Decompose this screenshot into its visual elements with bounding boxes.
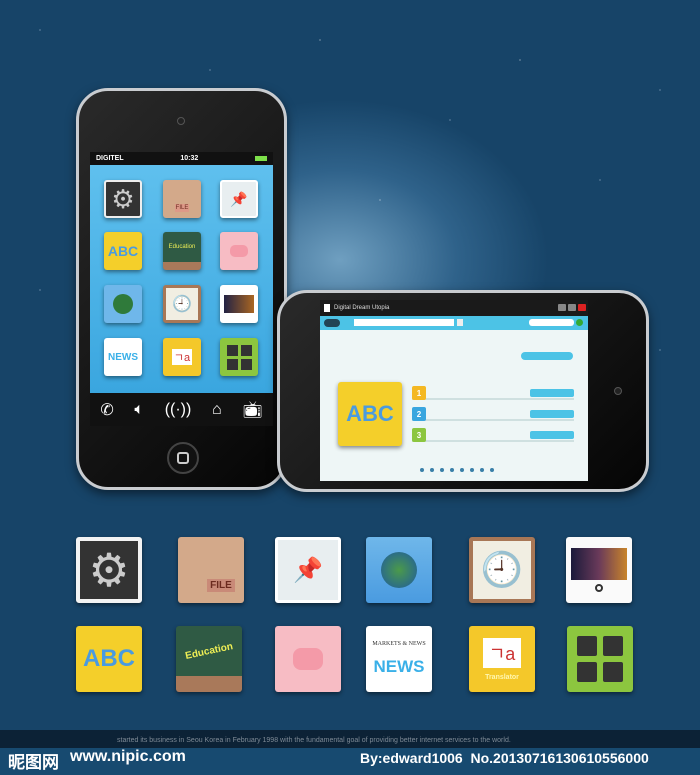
- camera: [614, 387, 622, 395]
- app-icon: [324, 304, 330, 312]
- tagline: started its business in Seou Korea in Fe…: [117, 737, 511, 744]
- clock: 10:32: [180, 155, 199, 162]
- file-folder-icon[interactable]: FILE: [163, 180, 201, 218]
- grid-apps-icon[interactable]: [220, 338, 258, 376]
- list-row[interactable]: 2: [412, 407, 574, 421]
- list-row[interactable]: 1: [412, 386, 574, 400]
- battery-icon: [255, 156, 267, 161]
- news-icon[interactable]: NEWS: [104, 338, 142, 376]
- grid-apps-icon[interactable]: [567, 626, 633, 692]
- carrier-label: DIGITEL: [96, 155, 124, 162]
- search-input[interactable]: [529, 319, 574, 326]
- window-title: Digital Dream Utopia: [334, 305, 390, 311]
- phone-gallery-icon[interactable]: [566, 537, 632, 603]
- minimize-button[interactable]: [558, 304, 566, 311]
- back-forward-buttons[interactable]: [324, 319, 340, 327]
- tv-icon[interactable]: 📺︎: [242, 400, 262, 420]
- page-indicator[interactable]: [420, 468, 494, 472]
- clock-app-icon[interactable]: 🕘: [469, 537, 535, 603]
- piggy-bank-icon[interactable]: [275, 626, 341, 692]
- row-bar: [530, 389, 574, 397]
- map-pin-icon[interactable]: 📌: [275, 537, 341, 603]
- site-logo: 昵图网: [8, 753, 59, 772]
- education-board-icon[interactable]: Education: [163, 232, 201, 270]
- signal-icon[interactable]: ((·)): [165, 401, 192, 419]
- settings-gear-icon[interactable]: ⚙: [104, 180, 142, 218]
- camera: [177, 117, 185, 125]
- stop-button[interactable]: [457, 319, 463, 326]
- abc-book-icon[interactable]: ABC: [76, 626, 142, 692]
- education-board-icon[interactable]: Education: [176, 626, 242, 692]
- settings-gear-icon[interactable]: ⚙: [76, 537, 142, 603]
- close-button[interactable]: [578, 304, 586, 311]
- row-bar: [530, 431, 574, 439]
- globe-icon[interactable]: [104, 285, 142, 323]
- home-icon[interactable]: ⌂: [212, 401, 222, 419]
- abc-book-icon: ABC: [338, 382, 402, 446]
- site-url: www.nipic.com: [70, 748, 186, 765]
- row-bar: [530, 410, 574, 418]
- portrait-phone: DIGITEL 10:32 ⚙ FILE 📌 ABC Education 🕘 N…: [76, 88, 287, 490]
- browser-toolbar: [320, 316, 588, 330]
- translator-book-icon[interactable]: ㄱa: [163, 338, 201, 376]
- home-screen: ⚙ FILE 📌 ABC Education 🕘 NEWS ㄱa: [90, 165, 273, 393]
- landscape-phone: Digital Dream Utopia ABC 1 2 3: [277, 290, 649, 492]
- list-row[interactable]: 3: [412, 428, 574, 442]
- address-bar[interactable]: [354, 319, 454, 326]
- footer-band: started its business in Seou Korea in Fe…: [0, 730, 700, 775]
- speaker-icon[interactable]: 🔈︎: [134, 401, 144, 419]
- window-titlebar: Digital Dream Utopia: [320, 300, 588, 316]
- maximize-button[interactable]: [568, 304, 576, 311]
- translator-book-icon[interactable]: ㄱa Translator: [469, 626, 535, 692]
- credit: By:edward1006 No.20130716130610556000: [360, 750, 649, 766]
- abc-book-icon[interactable]: ABC: [104, 232, 142, 270]
- clock-app-icon[interactable]: 🕘: [163, 285, 201, 323]
- search-icon[interactable]: [576, 319, 583, 326]
- dock: ✆ 🔈︎ ((·)) ⌂ 📺︎: [90, 393, 273, 426]
- piggy-bank-icon[interactable]: [220, 232, 258, 270]
- portrait-screen: DIGITEL 10:32 ⚙ FILE 📌 ABC Education 🕘 N…: [90, 152, 273, 426]
- globe-icon[interactable]: [366, 537, 432, 603]
- file-folder-icon[interactable]: FILE: [178, 537, 244, 603]
- map-pin-icon[interactable]: 📌: [220, 180, 258, 218]
- phone-icon[interactable]: ✆: [100, 400, 113, 420]
- landscape-screen: Digital Dream Utopia ABC 1 2 3: [320, 300, 588, 481]
- status-bar: DIGITEL 10:32: [90, 152, 273, 165]
- toggle-slider[interactable]: [521, 352, 573, 360]
- phone-gallery-icon[interactable]: [220, 285, 258, 323]
- news-icon[interactable]: MARKETS & NEWS NEWS: [366, 626, 432, 692]
- home-button[interactable]: [167, 442, 199, 474]
